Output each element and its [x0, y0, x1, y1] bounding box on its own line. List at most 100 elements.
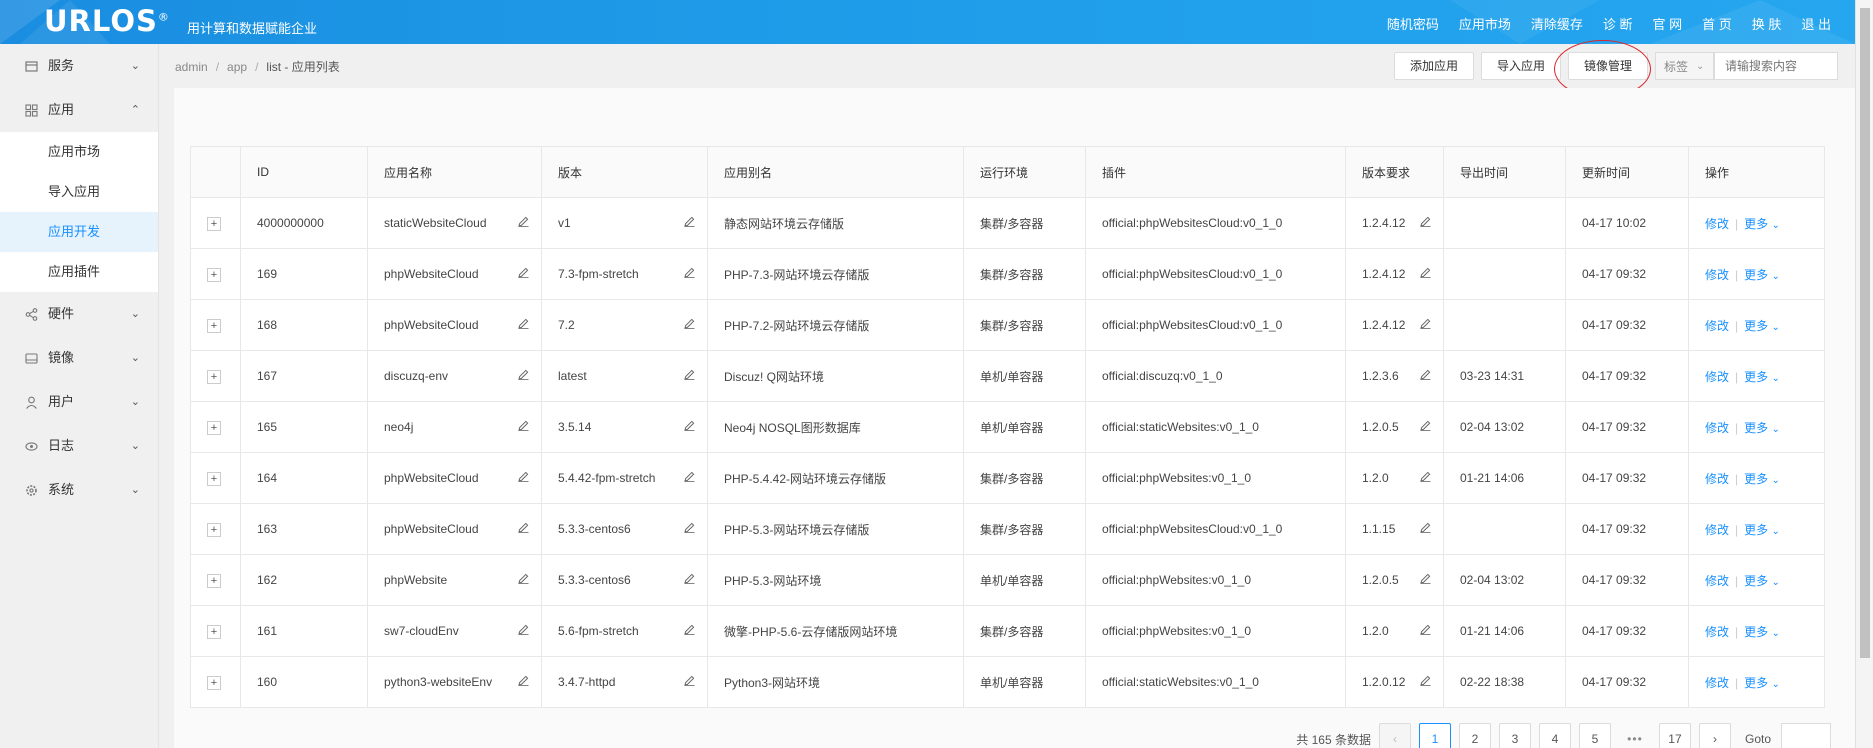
- page-3[interactable]: 3: [1498, 723, 1531, 748]
- expand-row-button[interactable]: +: [207, 216, 221, 231]
- expand-row-button[interactable]: +: [207, 267, 221, 282]
- nav-app-market[interactable]: 应用市场: [1459, 14, 1511, 33]
- breadcrumb-admin[interactable]: admin: [175, 60, 208, 74]
- sidebar-item-system[interactable]: 系统 ⌄: [0, 468, 158, 512]
- expand-row-button[interactable]: +: [207, 573, 221, 588]
- more-dropdown[interactable]: 更多 ⌄: [1744, 472, 1780, 486]
- sidebar-sub-app-market[interactable]: 应用市场: [0, 132, 158, 172]
- edit-icon[interactable]: [684, 318, 695, 329]
- edit-icon[interactable]: [1420, 471, 1431, 482]
- edit-link[interactable]: 修改: [1705, 319, 1729, 333]
- logo[interactable]: URLOS®: [44, 4, 170, 38]
- edit-icon[interactable]: [1420, 369, 1431, 380]
- more-dropdown[interactable]: 更多 ⌄: [1744, 676, 1780, 690]
- edit-icon[interactable]: [684, 369, 695, 380]
- expand-row-button[interactable]: +: [207, 675, 221, 690]
- more-dropdown[interactable]: 更多 ⌄: [1744, 625, 1780, 639]
- expand-row-button[interactable]: +: [207, 420, 221, 435]
- nav-logout[interactable]: 退 出: [1801, 14, 1831, 33]
- import-app-button[interactable]: 导入应用: [1480, 52, 1561, 80]
- sidebar-item-hardware[interactable]: 硬件 ⌄: [0, 292, 158, 336]
- edit-icon[interactable]: [1420, 624, 1431, 635]
- expand-row-button[interactable]: +: [207, 624, 221, 639]
- edit-icon[interactable]: [518, 624, 529, 635]
- edit-icon[interactable]: [518, 573, 529, 584]
- edit-icon[interactable]: [1420, 267, 1431, 278]
- page-2[interactable]: 2: [1458, 723, 1491, 748]
- page-1[interactable]: 1: [1418, 723, 1451, 748]
- edit-icon[interactable]: [518, 471, 529, 482]
- edit-icon[interactable]: [684, 420, 695, 431]
- edit-icon[interactable]: [1420, 420, 1431, 431]
- sidebar-sub-app-dev[interactable]: 应用开发: [0, 212, 158, 252]
- next-page-button[interactable]: ›: [1698, 723, 1731, 748]
- edit-icon[interactable]: [1420, 675, 1431, 686]
- edit-icon[interactable]: [684, 573, 695, 584]
- more-dropdown[interactable]: 更多 ⌄: [1744, 268, 1780, 282]
- edit-link[interactable]: 修改: [1705, 625, 1729, 639]
- scrollbar-thumb[interactable]: [1860, 8, 1870, 658]
- edit-link[interactable]: 修改: [1705, 370, 1729, 384]
- prev-page-button[interactable]: ‹: [1378, 723, 1411, 748]
- edit-icon[interactable]: [1420, 216, 1431, 227]
- edit-icon[interactable]: [518, 420, 529, 431]
- nav-diagnose[interactable]: 诊 断: [1603, 14, 1633, 33]
- sidebar-sub-app-plugin[interactable]: 应用插件: [0, 252, 158, 292]
- more-dropdown[interactable]: 更多 ⌄: [1744, 370, 1780, 384]
- more-dropdown[interactable]: 更多 ⌄: [1744, 319, 1780, 333]
- sidebar-item-user[interactable]: 用户 ⌄: [0, 380, 158, 424]
- nav-random-password[interactable]: 随机密码: [1387, 14, 1439, 33]
- page-last[interactable]: 17: [1658, 723, 1691, 748]
- breadcrumb-app[interactable]: app: [227, 60, 247, 74]
- edit-icon[interactable]: [1420, 522, 1431, 533]
- nav-home[interactable]: 首 页: [1702, 14, 1732, 33]
- search-input[interactable]: [1714, 52, 1838, 80]
- expand-row-button[interactable]: +: [207, 369, 221, 384]
- edit-icon[interactable]: [1420, 318, 1431, 329]
- edit-icon[interactable]: [518, 522, 529, 533]
- more-dropdown[interactable]: 更多 ⌄: [1744, 523, 1780, 537]
- tag-select[interactable]: 标签 ⌄: [1655, 52, 1714, 80]
- sidebar-item-mirror[interactable]: 镜像 ⌄: [0, 336, 158, 380]
- nav-skin[interactable]: 换 肤: [1752, 14, 1782, 33]
- more-dropdown[interactable]: 更多 ⌄: [1744, 421, 1780, 435]
- edit-icon[interactable]: [684, 216, 695, 227]
- edit-link[interactable]: 修改: [1705, 523, 1729, 537]
- add-app-button[interactable]: 添加应用: [1393, 52, 1474, 80]
- edit-icon[interactable]: [684, 471, 695, 482]
- edit-icon[interactable]: [518, 675, 529, 686]
- edit-link[interactable]: 修改: [1705, 421, 1729, 435]
- sidebar-item-log[interactable]: 日志 ⌄: [0, 424, 158, 468]
- edit-icon[interactable]: [1420, 573, 1431, 584]
- page-4[interactable]: 4: [1538, 723, 1571, 748]
- expand-row-button[interactable]: +: [207, 471, 221, 486]
- edit-icon[interactable]: [684, 522, 695, 533]
- expand-row-button[interactable]: +: [207, 318, 221, 333]
- edit-link[interactable]: 修改: [1705, 217, 1729, 231]
- sidebar-sub-import-app[interactable]: 导入应用: [0, 172, 158, 212]
- edit-icon[interactable]: [518, 369, 529, 380]
- edit-icon[interactable]: [518, 318, 529, 329]
- more-dropdown[interactable]: 更多 ⌄: [1744, 217, 1780, 231]
- edit-icon[interactable]: [684, 624, 695, 635]
- nav-official-site[interactable]: 官 网: [1653, 14, 1683, 33]
- expand-row-button[interactable]: +: [207, 522, 221, 537]
- edit-link[interactable]: 修改: [1705, 472, 1729, 486]
- edit-link[interactable]: 修改: [1705, 676, 1729, 690]
- edit-link[interactable]: 修改: [1705, 574, 1729, 588]
- edit-icon[interactable]: [518, 216, 529, 227]
- sidebar-item-service[interactable]: 服务 ⌄: [0, 44, 158, 88]
- page-ellipsis[interactable]: •••: [1619, 732, 1651, 746]
- goto-input[interactable]: [1781, 723, 1831, 748]
- nav-clear-cache[interactable]: 清除缓存: [1531, 14, 1583, 33]
- more-dropdown[interactable]: 更多 ⌄: [1744, 574, 1780, 588]
- page-5[interactable]: 5: [1578, 723, 1611, 748]
- sidebar-item-app[interactable]: 应用 ⌃: [0, 88, 158, 132]
- edit-link[interactable]: 修改: [1705, 268, 1729, 282]
- page-scrollbar[interactable]: [1855, 0, 1873, 748]
- mirror-manage-button[interactable]: 镜像管理: [1553, 40, 1651, 98]
- edit-icon[interactable]: [684, 267, 695, 278]
- cell-name: phpWebsite: [367, 554, 542, 606]
- edit-icon[interactable]: [684, 675, 695, 686]
- edit-icon[interactable]: [518, 267, 529, 278]
